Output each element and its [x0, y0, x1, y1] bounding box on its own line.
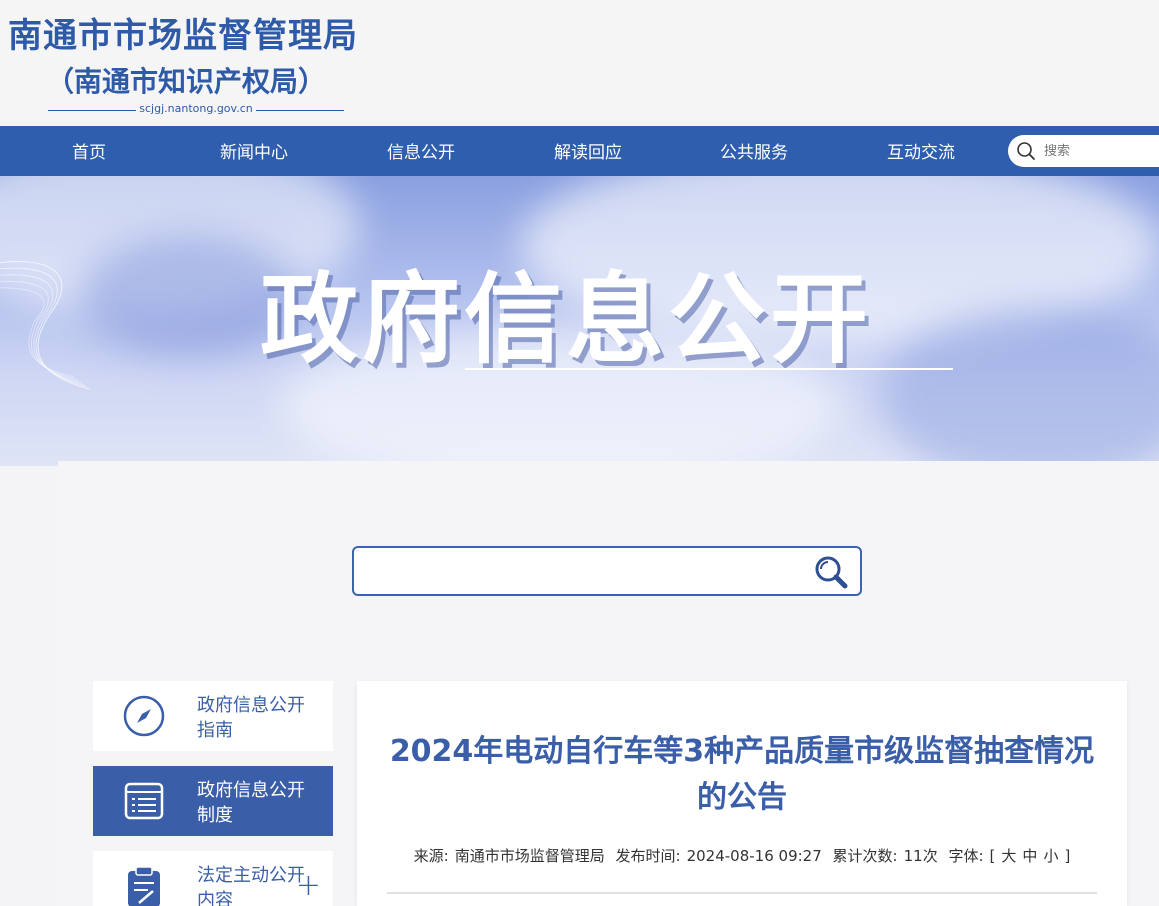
- banner-title: 政府信息公开: [260, 263, 873, 377]
- date-label: 发布时间:: [615, 847, 681, 865]
- nav-item-public-service[interactable]: 公共服务: [720, 126, 788, 176]
- site-domain-block: scjgj.nantong.gov.cn: [48, 102, 344, 118]
- font-small-button[interactable]: 小: [1043, 847, 1058, 865]
- nav-item-news[interactable]: 新闻中心: [220, 126, 288, 176]
- nav-item-info-disclosure[interactable]: 信息公开: [387, 126, 455, 176]
- clipboard-edit-icon: [128, 866, 160, 906]
- main-nav: 首页 新闻中心 信息公开 解读回应 公共服务 互动交流: [0, 126, 1159, 176]
- banner-underline: [465, 368, 953, 370]
- article-views: 11次: [903, 847, 938, 865]
- search-icon[interactable]: [812, 553, 850, 591]
- font-large-button[interactable]: 大: [1001, 847, 1016, 865]
- info-search-box: [352, 546, 862, 596]
- source-label: 来源:: [413, 847, 449, 865]
- domain-divider-right: [256, 110, 344, 111]
- document-list-icon: [124, 782, 164, 820]
- article-date: 2024-08-16 09:27: [686, 847, 822, 865]
- compass-icon: [123, 695, 165, 737]
- nav-search-box: [1008, 135, 1159, 167]
- site-title[interactable]: 南通市市场监督管理局: [8, 8, 358, 57]
- expand-plus-icon[interactable]: +: [296, 871, 321, 901]
- search-icon[interactable]: [1016, 141, 1036, 161]
- article-card: 2024年电动自行车等3种产品质量市级监督抽查情况的公告 来源: 南通市市场监督管…: [357, 681, 1127, 906]
- sidebar-item-label: 政府信息公开制度: [197, 780, 305, 826]
- sidebar-item-mandatory-disclosure[interactable]: 法定主动公开内容 +: [93, 851, 333, 906]
- views-label: 累计次数:: [832, 847, 898, 865]
- sidebar-item-disclosure-guide[interactable]: 政府信息公开指南: [93, 681, 333, 751]
- article-title: 2024年电动自行车等3种产品质量市级监督抽查情况的公告: [389, 734, 1095, 815]
- article-divider: [387, 892, 1097, 894]
- hero-banner: 政府信息公开: [0, 176, 1159, 466]
- site-subtitle: （南通市知识产权局）: [46, 65, 327, 98]
- font-bracket-open: [: [989, 847, 996, 865]
- nav-search-input[interactable]: [1044, 141, 1154, 161]
- site-header: 南通市市场监督管理局 （南通市知识产权局） scjgj.nantong.gov.…: [0, 0, 1159, 126]
- nav-item-home[interactable]: 首页: [72, 126, 106, 176]
- banner-swirl-decoration: [0, 260, 91, 390]
- font-bracket-close: ]: [1064, 847, 1071, 865]
- font-medium-button[interactable]: 中: [1022, 847, 1037, 865]
- font-size-label: 字体:: [948, 847, 984, 865]
- sidebar-item-disclosure-system[interactable]: 政府信息公开制度: [93, 766, 333, 836]
- article-meta: 来源: 南通市市场监督管理局 发布时间: 2024-08-16 09:27 累计次数…: [357, 845, 1127, 866]
- nav-item-interpretation[interactable]: 解读回应: [554, 126, 622, 176]
- article-source: 南通市市场监督管理局: [454, 847, 605, 865]
- sidebar-item-label: 法定主动公开内容: [197, 865, 305, 906]
- info-search-input[interactable]: [366, 558, 806, 584]
- nav-item-interaction[interactable]: 互动交流: [887, 126, 955, 176]
- sidebar-item-label: 政府信息公开指南: [197, 695, 305, 741]
- site-domain: scjgj.nantong.gov.cn: [139, 102, 253, 115]
